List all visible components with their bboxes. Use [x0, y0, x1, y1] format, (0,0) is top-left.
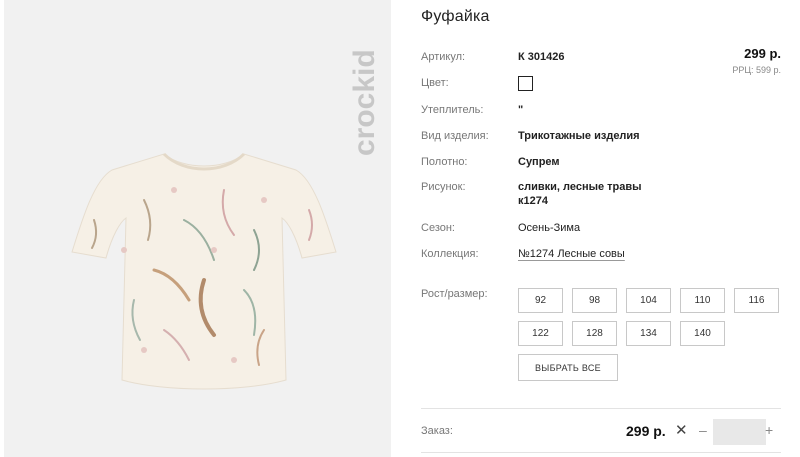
attr-label: Коллекция:	[421, 248, 479, 260]
attr-label: Полотно:	[421, 156, 468, 168]
attr-value: К 301426	[518, 51, 565, 63]
size-option[interactable]: 116	[734, 288, 779, 313]
select-all-button[interactable]: ВЫБРАТЬ ВСЕ	[518, 354, 618, 381]
attr-label: Цвет:	[421, 77, 449, 89]
recommended-retail-price: РРЦ: 599 р.	[732, 65, 781, 75]
close-icon[interactable]: ✕	[675, 421, 688, 439]
attr-value: Осень-Зима	[518, 222, 581, 234]
attr-label: Вид изделия:	[421, 130, 489, 142]
product-price: 299 р.	[744, 46, 781, 61]
order-price: 299 р.	[626, 423, 666, 439]
attr-value-line2: к1274	[518, 195, 548, 207]
size-option[interactable]: 140	[680, 321, 725, 346]
crockid-logo-text: crockid	[350, 49, 380, 156]
divider	[421, 452, 781, 453]
size-option[interactable]: 134	[626, 321, 671, 346]
size-option[interactable]: 128	[572, 321, 617, 346]
attr-label: Сезон:	[421, 222, 455, 234]
size-label: Рост/размер:	[421, 288, 488, 300]
color-swatch[interactable]	[518, 76, 533, 91]
divider	[421, 408, 781, 409]
collection-link[interactable]: №1274 Лесные совы	[518, 248, 625, 260]
quantity-input[interactable]	[713, 419, 766, 445]
attr-label: Артикул:	[421, 51, 466, 63]
product-photo: crockid	[4, 0, 391, 457]
attr-value: сливки, лесные травы	[518, 181, 642, 193]
attr-value: "	[518, 104, 524, 116]
order-label: Заказ:	[421, 425, 453, 437]
size-option[interactable]: 122	[518, 321, 563, 346]
size-option[interactable]: 92	[518, 288, 563, 313]
size-option[interactable]: 98	[572, 288, 617, 313]
attr-value: Супрем	[518, 156, 560, 168]
size-option[interactable]: 110	[680, 288, 725, 313]
minus-icon[interactable]: –	[699, 422, 707, 438]
attr-label: Рисунок:	[421, 181, 466, 193]
product-title: Фуфайка	[421, 8, 490, 25]
attr-label: Утеплитель:	[421, 104, 484, 116]
attr-value: Трикотажные изделия	[518, 130, 640, 142]
plus-icon[interactable]: +	[765, 422, 773, 438]
tshirt-image	[71, 152, 337, 390]
size-option[interactable]: 104	[626, 288, 671, 313]
crockid-logo: crockid	[350, 49, 380, 156]
